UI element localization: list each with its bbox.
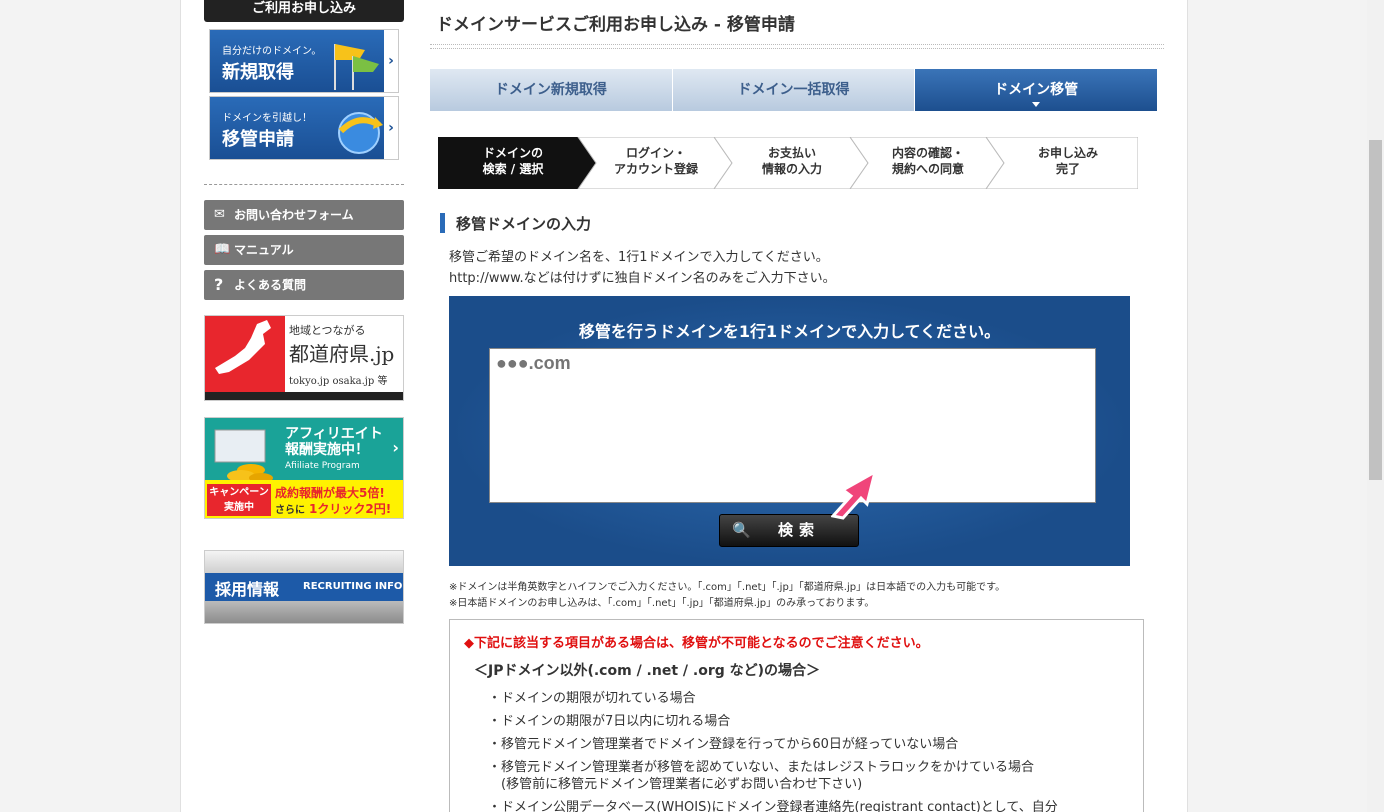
chevron-right-icon: › <box>392 438 399 457</box>
step-complete: お申し込み 完了 <box>998 137 1138 189</box>
faq-link[interactable]: ? よくある質問 <box>204 270 404 300</box>
page-title: ドメインサービスご利用お申し込み - 移管申請 <box>436 15 795 35</box>
domain-textarea[interactable] <box>489 348 1096 503</box>
coins-icon <box>214 429 273 483</box>
tab-domain-transfer[interactable]: ドメイン移管 <box>915 69 1159 111</box>
transfer-banner-title: 移管申請 <box>222 129 294 150</box>
step-5-line-2: 完了 <box>1055 162 1080 176</box>
recruiting-banner[interactable]: 採用情報 RECRUITING INFO <box>204 550 404 624</box>
prefecture-banner-tagline: 地域とつながる <box>289 324 366 337</box>
domain-input-header: 移管を行うドメインを1行1ドメインで入力してください。 <box>578 322 1001 341</box>
search-button-label: 検索 <box>777 521 820 539</box>
step-login-account: ログイン・ アカウント登録 <box>586 137 726 189</box>
warning-subtitle: ＜JPドメイン以外(.com / .net / .org など)の場合＞ <box>474 663 821 679</box>
office-photo-bottom <box>205 601 403 623</box>
step-3-line-2: 情報の入力 <box>761 162 822 176</box>
contact-form-label: お問い合わせフォーム <box>234 208 354 222</box>
flag-icon <box>334 44 379 90</box>
banner-bar <box>205 392 403 400</box>
step-payment-info: お支払い 情報の入力 <box>722 137 862 189</box>
tab-bulk-domain[interactable]: ドメイン一括取得 <box>672 69 916 111</box>
service-tabs: ドメイン新規取得 ドメイン一括取得 ドメイン移管 <box>430 69 1159 111</box>
transfer-banner[interactable]: ドメインを引越し！ 移管申請 › <box>209 96 399 160</box>
campaign-badge: キャンペーン実施中 <box>207 484 271 516</box>
chevron-right-icon: › <box>384 30 398 92</box>
chevron-right-icon: › <box>384 97 398 159</box>
recruit-subtitle: RECRUITING INFO <box>303 581 403 592</box>
note-line-1: ※ドメインは半角英数字とハイフンでご入力ください。「.com」「.net」「.j… <box>449 582 1006 593</box>
contact-form-link[interactable]: ✉ お問い合わせフォーム <box>204 200 404 230</box>
step-1-line-1: ドメインの <box>482 146 543 160</box>
affiliate-reward-2: 1クリック2円! <box>309 502 392 516</box>
affiliate-banner[interactable]: アフィリエイト 報酬実施中！ Afiiliate Program › キャンペー… <box>204 417 404 519</box>
warning-box: ◆下記に該当する項目がある場合は、移管が不可能となるのでご注意ください。 ＜JP… <box>449 619 1144 812</box>
book-icon: 📖 <box>214 242 231 257</box>
sidebar: ご利用お申し込み 自分だけのドメイン。 新規取得 › ドメインを引越し！ 移管申… <box>204 0 404 624</box>
mail-icon: ✉ <box>214 207 225 222</box>
new-domain-banner-title: 新規取得 <box>222 62 294 83</box>
new-domain-banner-caption: 自分だけのドメイン。 <box>222 46 322 57</box>
warning-item: (移管前に移管元ドメイン管理業者に必ずお問い合わせ下さい) <box>488 777 863 792</box>
faq-label: よくある質問 <box>234 278 307 292</box>
question-icon: ? <box>214 275 224 294</box>
office-photo-top <box>205 551 403 573</box>
manual-link[interactable]: 📖 マニュアル <box>204 235 404 265</box>
manual-label: マニュアル <box>234 243 294 257</box>
affiliate-subtitle: Afiiliate Program <box>285 461 360 471</box>
warning-item: ・ドメインの期限が7日以内に切れる場合 <box>488 714 731 729</box>
affiliate-reward-2-prefix: さらに <box>275 505 305 516</box>
domain-input-panel: 移管を行うドメインを1行1ドメインで入力してください。 🔍 検索 <box>449 296 1130 566</box>
section-title: 移管ドメインの入力 <box>440 213 591 234</box>
warning-item: ・ドメイン公開データベース(WHOIS)にドメイン登録者連絡先(registra… <box>488 800 1058 812</box>
warning-item: ・移管元ドメイン管理業者でドメイン登録を行ってから60日が経っていない場合 <box>488 737 959 752</box>
scrollbar[interactable] <box>1367 0 1384 812</box>
prefecture-jp-banner[interactable]: 地域とつながる 都道府県.jp tokyo.jp osaka.jp 等 <box>204 315 404 401</box>
japan-map-icon <box>205 316 285 392</box>
magnifier-icon: 🔍 <box>732 521 751 539</box>
new-domain-banner[interactable]: 自分だけのドメイン。 新規取得 › <box>209 29 399 93</box>
warning-item: ・ドメインの期限が切れている場合 <box>488 691 696 706</box>
affiliate-title-1: アフィリエイト <box>285 426 383 442</box>
tab-new-domain[interactable]: ドメイン新規取得 <box>430 69 673 111</box>
progress-steps: ドメインの 検索 / 選択 ログイン・ アカウント登録 お支払い 情報の入力 内… <box>438 137 1138 189</box>
sidebar-header: ご利用お申し込み <box>204 0 404 22</box>
step-2-line-2: アカウント登録 <box>613 162 698 176</box>
step-confirm-terms: 内容の確認・ 規約への同意 <box>858 137 998 189</box>
warning-item: ・移管元ドメイン管理業者が移管を認めていない、またはレジストラロックをかけている… <box>488 760 1035 775</box>
sidebar-divider <box>204 184 404 185</box>
pointer-arrow-icon <box>831 468 878 520</box>
step-1-line-2: 検索 / 選択 <box>482 162 544 176</box>
title-divider <box>430 44 1164 49</box>
step-search-select: ドメインの 検索 / 選択 <box>438 137 588 189</box>
affiliate-title-2: 報酬実施中！ <box>285 442 369 458</box>
transfer-banner-caption: ドメインを引越し！ <box>222 113 312 124</box>
step-2-line-1: ログイン・ <box>625 146 686 160</box>
instruction-line-2: http://www.などは付けずに独自ドメイン名のみをご入力下さい。 <box>449 271 836 286</box>
warning-title: ◆下記に該当する項目がある場合は、移管が不可能となるのでご注意ください。 <box>464 636 929 651</box>
instruction-line-1: 移管ご希望のドメイン名を、1行1ドメインで入力してください。 <box>449 250 829 265</box>
prefecture-banner-title: 都道府県.jp <box>289 342 395 366</box>
globe-icon <box>338 112 383 154</box>
note-line-2: ※日本語ドメインのお申し込みは、「.com」「.net」「.jp」「都道府県.j… <box>449 598 875 609</box>
scrollbar-thumb[interactable] <box>1369 140 1382 480</box>
step-3-line-1: お支払い <box>767 146 816 160</box>
recruit-title: 採用情報 <box>215 580 280 599</box>
prefecture-banner-examples: tokyo.jp osaka.jp 等 <box>289 376 388 387</box>
step-4-line-1: 内容の確認・ <box>891 146 964 160</box>
affiliate-reward-1: 成約報酬が最大5倍! <box>275 486 385 500</box>
step-4-line-2: 規約への同意 <box>891 162 964 176</box>
step-5-line-1: お申し込み <box>1037 146 1098 160</box>
